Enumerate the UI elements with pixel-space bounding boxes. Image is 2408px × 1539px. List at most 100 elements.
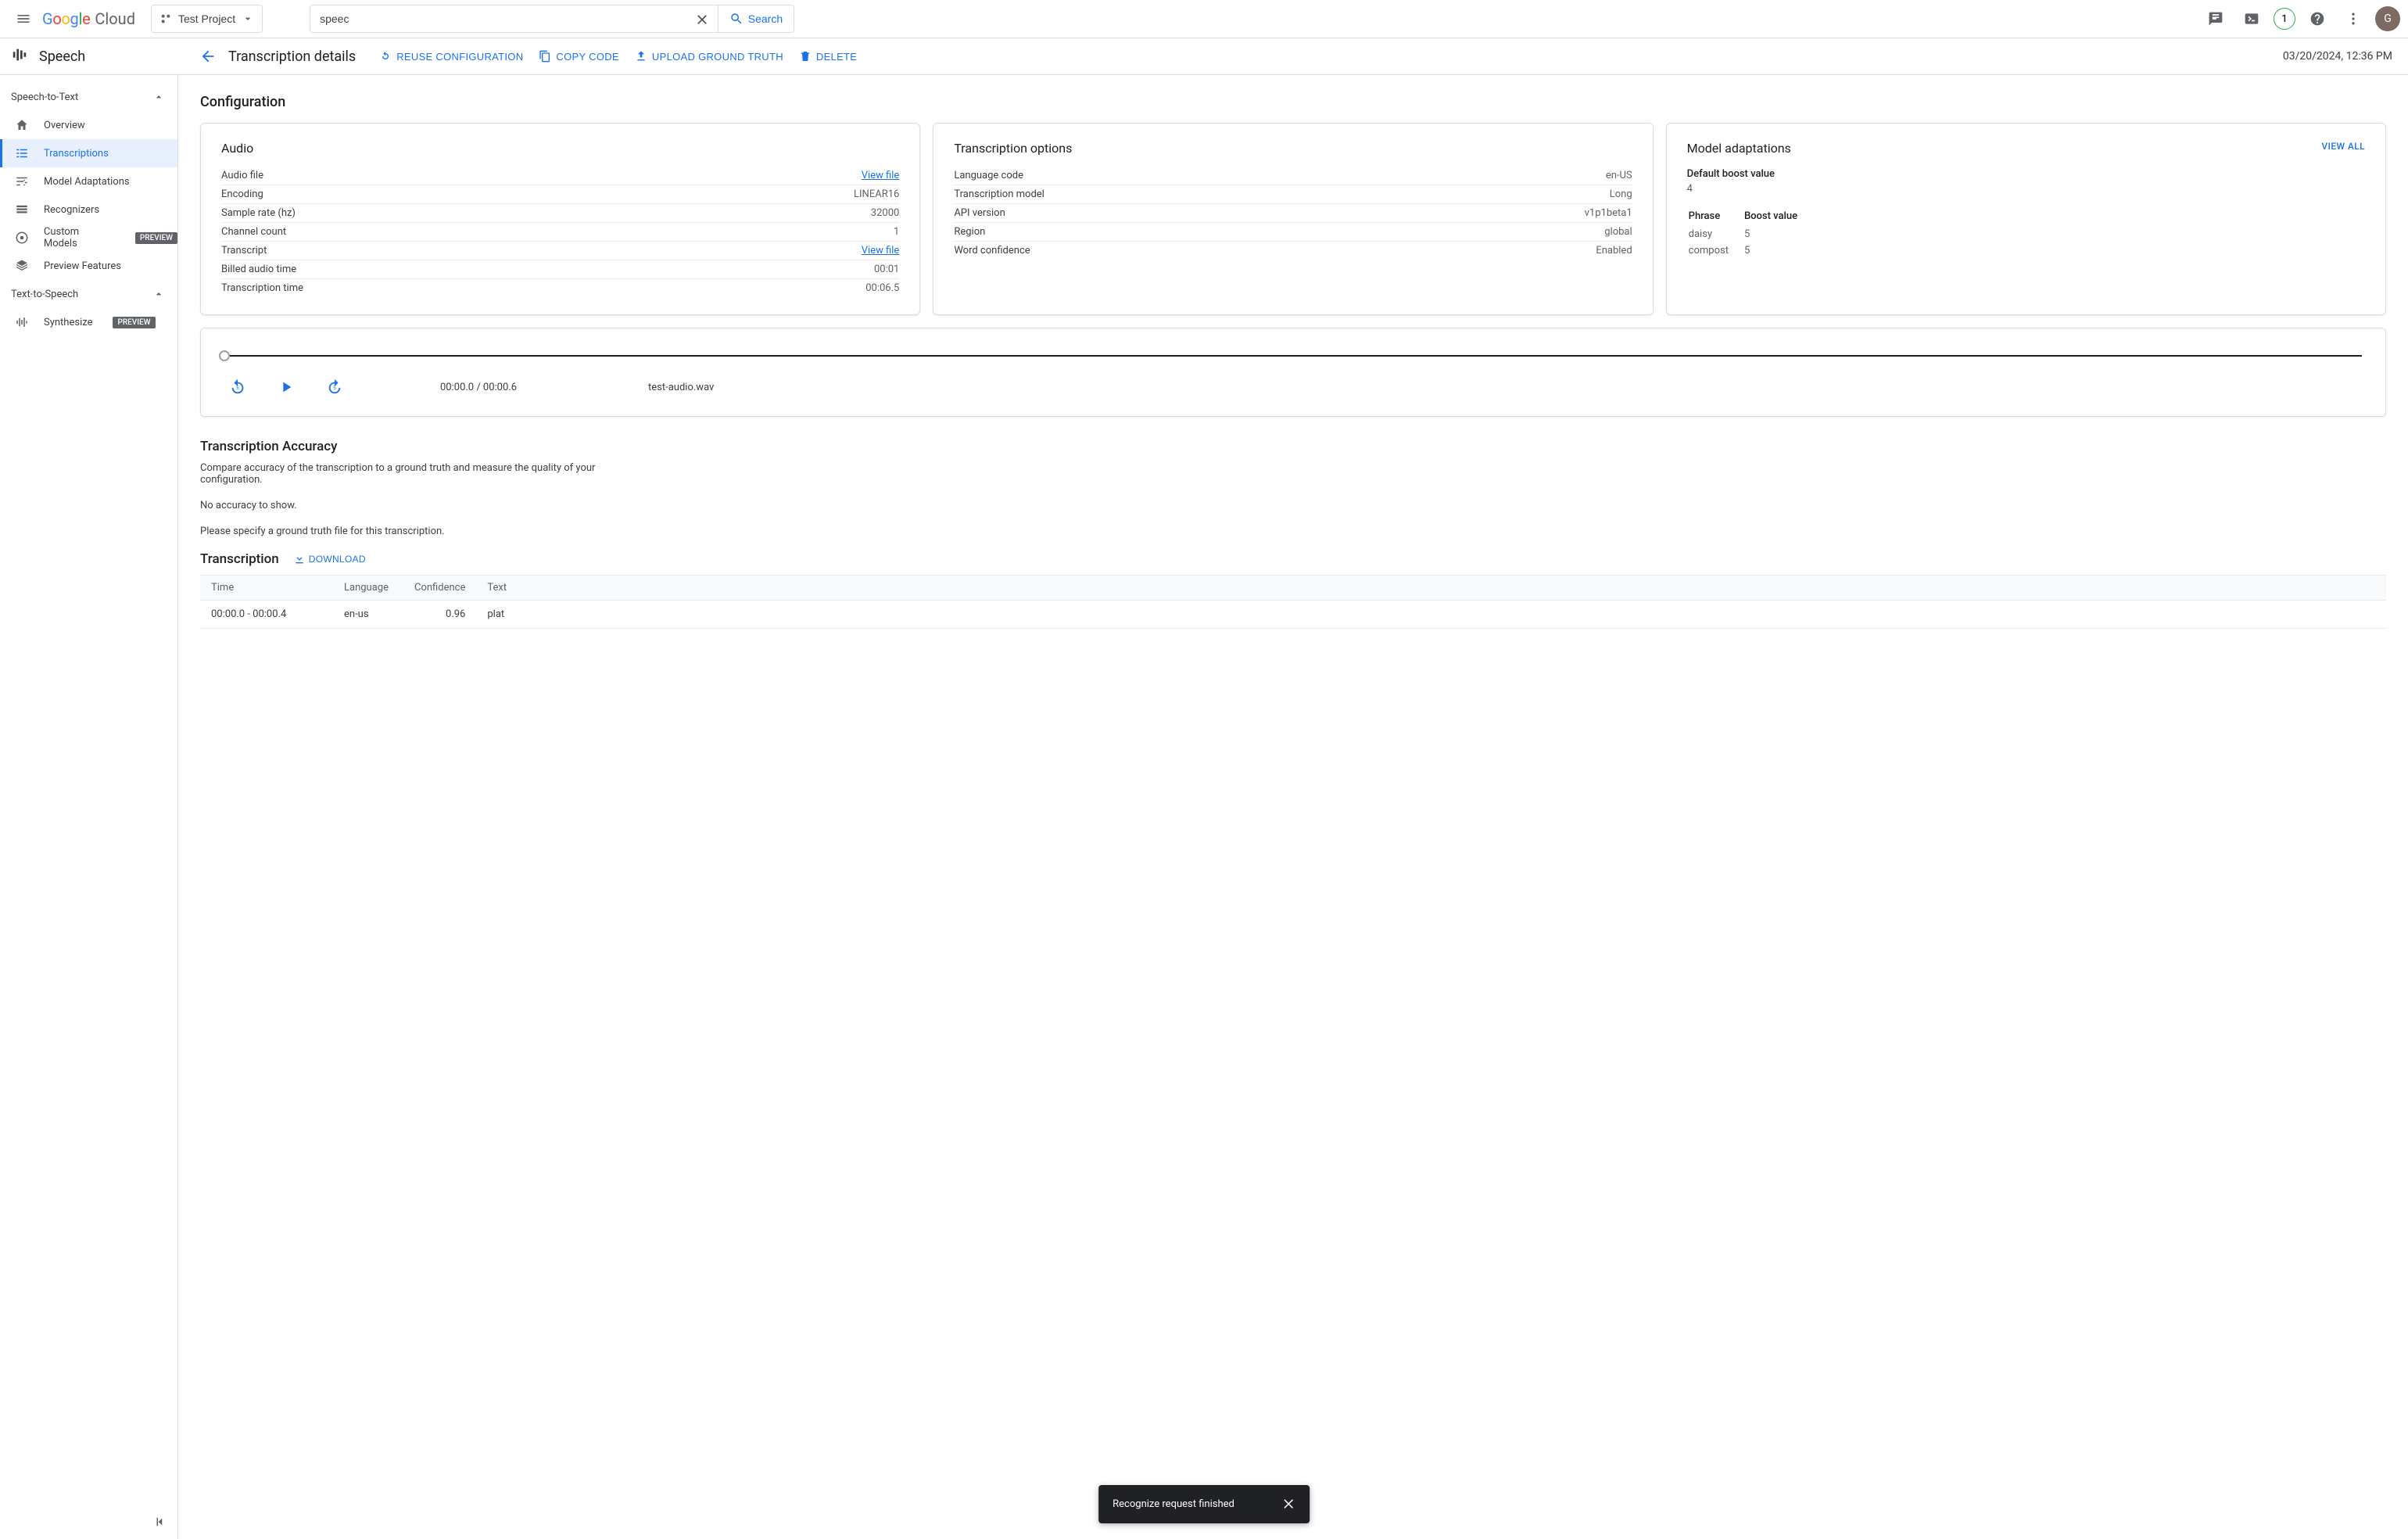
accuracy-empty: No accuracy to show.: [200, 500, 607, 511]
kv-key: Encoding: [221, 188, 263, 200]
accuracy-description: Compare accuracy of the transcription to…: [200, 462, 607, 486]
page-title: Transcription details: [228, 48, 356, 65]
main-content: Configuration Audio Audio fileView fileE…: [178, 75, 2408, 1539]
trial-badge[interactable]: 1: [2274, 8, 2295, 30]
svg-text:5: 5: [236, 386, 239, 391]
sidebar-item-model-adaptations[interactable]: Model Adaptations: [0, 167, 177, 196]
gemini-button[interactable]: [2202, 5, 2230, 33]
player-thumb[interactable]: [219, 350, 230, 361]
page-timestamp: 03/20/2024, 12:36 PM: [2283, 50, 2392, 63]
search-bar: Search: [310, 5, 794, 33]
tx-conf: 0.96: [403, 601, 476, 629]
close-icon: [695, 12, 709, 26]
kv-key: Channel count: [221, 226, 286, 238]
kv-key: Sample rate (hz): [221, 207, 296, 219]
close-icon: [1281, 1496, 1295, 1510]
default-boost-label: Default boost value: [1687, 168, 2365, 180]
view-file-link[interactable]: View file: [862, 170, 900, 181]
accuracy-hint: Please specify a ground truth file for t…: [200, 526, 607, 537]
adapt-boost: 5: [1744, 227, 1811, 242]
kv-key: Transcription time: [221, 282, 303, 294]
top-util-icons: 1 G: [2202, 5, 2400, 33]
sidebar-collapse-button[interactable]: [149, 1511, 171, 1533]
adapt-row: daisy5: [1689, 227, 1811, 242]
kv-row: API versionv1p1beta1: [954, 204, 1632, 223]
kv-value: 00:06.5: [865, 282, 899, 294]
kv-row: Encoding LINEAR16: [221, 185, 899, 204]
product-title: Speech: [39, 48, 85, 65]
kv-value: 1: [894, 226, 899, 238]
audio-card: Audio Audio fileView fileEncodingLINEAR1…: [200, 123, 920, 315]
sidebar-item-overview[interactable]: Overview: [0, 111, 177, 139]
configuration-title: Configuration: [200, 94, 2386, 110]
options-card-title: Transcription options: [954, 141, 1632, 156]
tx-time: 00:00.0 - 00:00.4: [200, 601, 333, 629]
download-transcription-button[interactable]: DOWNLOAD: [293, 553, 366, 565]
view-all-link[interactable]: VIEW ALL: [2321, 141, 2365, 152]
main-menu-button[interactable]: [8, 3, 39, 34]
sidebar-item-label: Synthesize: [44, 317, 92, 328]
model-adaptations-card: Model adaptations VIEW ALL Default boost…: [1666, 123, 2386, 315]
accuracy-title: Transcription Accuracy: [200, 439, 2386, 454]
kv-value: Enabled: [1596, 245, 1632, 256]
chat-icon: [2208, 11, 2223, 27]
sidebar-section-text-to-speech[interactable]: Text-to-Speech: [0, 280, 177, 308]
forward-5-button[interactable]: 5: [321, 374, 348, 400]
trash-icon: [799, 50, 812, 63]
sidebar-section-speech-to-text[interactable]: Speech-to-Text: [0, 83, 177, 111]
top-bar: Google Cloud Test Project Search 1 G: [0, 0, 2408, 38]
cloud-shell-button[interactable]: [2238, 5, 2266, 33]
reuse-configuration-button[interactable]: REUSE CONFIGURATION: [379, 50, 523, 63]
kv-value: 00:01: [874, 264, 899, 275]
play-button[interactable]: [273, 374, 299, 400]
toast-close-button[interactable]: [1281, 1496, 1295, 1512]
preview-badge: PREVIEW: [135, 232, 177, 244]
upload-ground-truth-button[interactable]: UPLOAD GROUND TRUTH: [635, 50, 783, 63]
sidebar-item-label: Transcriptions: [44, 148, 109, 160]
tx-header-text: Text: [476, 576, 2386, 601]
search-clear-button[interactable]: [686, 5, 718, 32]
sidebar-item-label: Overview: [44, 120, 85, 131]
preview-badge: PREVIEW: [113, 317, 155, 328]
kv-key: Word confidence: [954, 245, 1030, 256]
sidebar-item-label: Preview Features: [44, 260, 121, 272]
sidebar-item-transcriptions[interactable]: Transcriptions: [0, 139, 177, 167]
copy-code-button[interactable]: COPY CODE: [539, 50, 618, 63]
kv-value: global: [1604, 226, 1632, 238]
project-icon: [159, 13, 172, 25]
svg-text:5: 5: [333, 386, 336, 391]
view-file-link[interactable]: View file: [862, 245, 900, 256]
transcription-title: Transcription: [200, 551, 279, 567]
kv-row: Billed audio time00:01: [221, 260, 899, 279]
kv-value: LINEAR16: [854, 188, 899, 200]
account-avatar[interactable]: G: [2375, 6, 2400, 31]
sidebar-item-custom-models[interactable]: Custom Models PREVIEW: [0, 224, 177, 252]
kv-row: Transcription time 00:06.5: [221, 279, 899, 297]
sidebar-item-synthesize[interactable]: Synthesize PREVIEW: [0, 308, 177, 336]
rewind-5-button[interactable]: 5: [224, 374, 251, 400]
delete-button[interactable]: DELETE: [799, 50, 857, 63]
tx-lang: en-us: [333, 601, 403, 629]
more-button[interactable]: [2339, 5, 2367, 33]
transcription-table: Time Language Confidence Text 00:00.0 - …: [200, 575, 2386, 629]
adapt-header-boost: Boost value: [1744, 207, 1811, 225]
caret-down-icon: [242, 13, 254, 25]
search-button[interactable]: Search: [718, 5, 794, 32]
tune-icon: [14, 174, 30, 188]
sidebar-item-recognizers[interactable]: Recognizers: [0, 196, 177, 224]
help-button[interactable]: [2303, 5, 2331, 33]
project-picker[interactable]: Test Project: [151, 5, 263, 33]
chevron-left-icon: [153, 1515, 167, 1529]
download-icon: [293, 553, 306, 565]
search-input[interactable]: [310, 13, 686, 25]
player-track[interactable]: [224, 355, 2362, 357]
search-button-label: Search: [748, 13, 783, 25]
kv-row: Transcription modelLong: [954, 185, 1632, 204]
kv-value: Long: [1610, 188, 1632, 200]
sidebar-item-preview-features[interactable]: Preview Features: [0, 252, 177, 280]
play-icon: [278, 378, 295, 396]
back-button[interactable]: [194, 42, 222, 70]
home-icon: [14, 118, 30, 132]
kv-row: TranscriptView file: [221, 242, 899, 260]
gcp-logo[interactable]: Google Cloud: [42, 9, 135, 28]
